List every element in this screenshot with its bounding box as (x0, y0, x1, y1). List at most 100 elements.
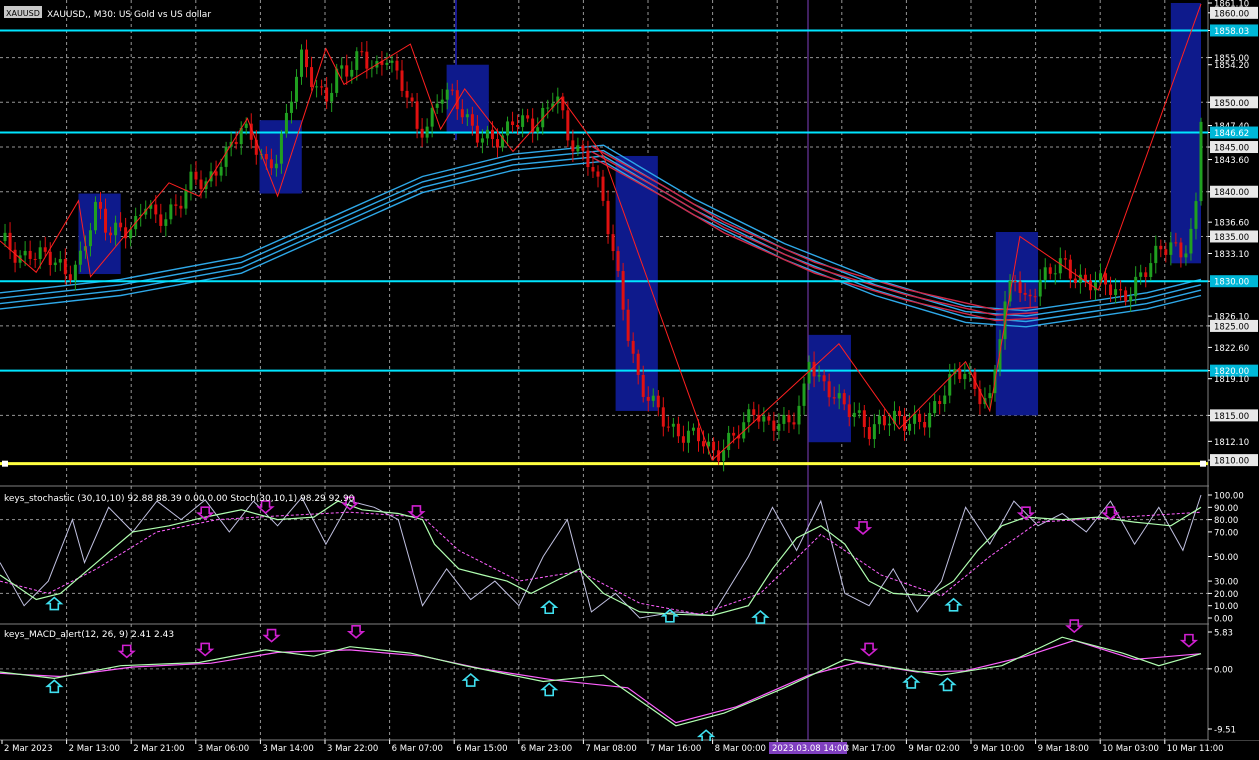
candle-up-body (23, 250, 27, 256)
candle-up-body (1169, 242, 1173, 255)
candle-up-body (988, 393, 992, 399)
candle-down-body (862, 410, 866, 427)
candle-down-body (1119, 289, 1123, 291)
candle-down-body (450, 89, 454, 91)
candle-up-body (928, 413, 932, 428)
candle-down-body (1023, 292, 1027, 295)
band-handle (1200, 460, 1206, 467)
arrow-up-icon (696, 729, 716, 744)
candle-down-body (1159, 245, 1163, 250)
stoch-signal-line (0, 511, 1202, 615)
candle-up-body (440, 99, 444, 104)
candle-down-body (827, 381, 831, 398)
candle-up-body (114, 222, 118, 236)
price-axis-label: 1822.60 (1214, 344, 1249, 354)
candle-up-body (465, 114, 469, 118)
candle-down-body (214, 171, 218, 176)
time-axis-label: 6 Mar 23:00 (521, 744, 572, 754)
candle-down-body (1164, 249, 1168, 255)
price-axis-label: 1810.00 (1214, 457, 1249, 467)
chart-root: 1861.10 1860.00 1858.03 1855.00 1854.20 1850.… (0, 0, 1259, 756)
candle-down-body (631, 340, 635, 354)
candle-up-body (294, 76, 298, 102)
candle-up-body (189, 171, 193, 190)
chart-title: XAUUSD,, M30: US Gold vs US dollar (47, 10, 211, 20)
candle-up-body (576, 145, 580, 152)
candle-down-body (154, 204, 158, 215)
candle-up-body (1038, 279, 1042, 297)
price-axis-label: 1815.00 (1214, 412, 1249, 422)
candle-down-body (174, 204, 178, 206)
candle-down-body (28, 250, 32, 259)
candle-up-body (651, 395, 655, 401)
price-axis-label: 1835.00 (1214, 233, 1249, 243)
candle-up-body (279, 133, 283, 164)
candle-down-body (611, 234, 615, 252)
candle-down-body (99, 201, 103, 209)
candle-down-body (495, 139, 499, 148)
candle-down-body (234, 141, 238, 145)
candle-down-body (812, 361, 816, 377)
candle-up-body (963, 373, 967, 380)
price-axis-label: 1833.10 (1214, 250, 1249, 260)
candle-up-body (385, 62, 389, 65)
candle-down-body (470, 114, 474, 126)
candle-up-body (1114, 289, 1118, 296)
price-axis-label: 1836.60 (1214, 219, 1249, 229)
candle-down-body (320, 86, 324, 88)
candle-up-body (797, 405, 801, 425)
time-axis-label: 9 Mar 10:00 (973, 744, 1024, 754)
candle-down-body (792, 422, 796, 425)
time-axis-label: 9 Mar 18:00 (1038, 744, 1089, 754)
candle-up-body (88, 230, 92, 247)
arrow-up-icon (45, 596, 64, 611)
time-axis-label: 2 Mar 13:00 (69, 744, 120, 754)
stoch-axis-label: 10.00 (1214, 602, 1238, 612)
candle-up-body (913, 413, 917, 424)
candle-down-body (646, 396, 650, 401)
candle-up-body (933, 401, 937, 414)
candle-down-body (832, 397, 836, 399)
candle-down-body (511, 121, 515, 126)
candle-up-body (58, 259, 62, 263)
stochastic-layer (0, 494, 1202, 624)
candle-down-body (842, 393, 846, 405)
candle-up-body (300, 49, 304, 77)
candle-down-body (179, 205, 183, 209)
candle-down-body (48, 251, 52, 266)
candle-up-body (53, 262, 57, 266)
candle-down-body (68, 274, 72, 281)
stoch-axis-label: 70.00 (1214, 528, 1238, 538)
candle-down-body (264, 154, 268, 160)
price-axis-label: 1840.00 (1214, 188, 1249, 198)
candle-down-body (787, 414, 791, 423)
candle-down-body (616, 251, 620, 272)
stoch-axis-label: 100.00 (1214, 492, 1244, 502)
candle-up-body (943, 395, 947, 405)
candle-up-body (355, 51, 359, 70)
candle-up-body (350, 69, 354, 77)
candle-down-body (460, 109, 464, 118)
candle-up-body (722, 450, 726, 461)
candle-down-body (1174, 242, 1178, 244)
candle-up-body (877, 415, 881, 425)
arrow-down-icon (1065, 619, 1084, 634)
candle-down-body (1104, 273, 1108, 285)
candle-down-body (636, 353, 640, 375)
candle-up-body (1199, 121, 1203, 202)
candle-down-body (159, 214, 163, 226)
candle-down-body (882, 415, 886, 426)
candle-down-body (571, 140, 575, 152)
arrow-down-shape (1065, 619, 1084, 634)
arrow-up-shape (938, 677, 957, 692)
stoch-axis-label: 90.00 (1214, 504, 1238, 514)
macd-title: keys_MACD_alert(12, 26, 9) 2.41 2.43 (4, 630, 174, 640)
price-axis-label: 1846.62 (1214, 129, 1249, 139)
candle-up-body (244, 123, 248, 128)
macd-main-line (0, 636, 1202, 727)
arrow-down-shape (196, 642, 215, 657)
candle-down-body (621, 271, 625, 310)
candle-up-body (506, 121, 510, 136)
arrow-down-icon (1179, 633, 1199, 648)
candle-down-body (606, 200, 610, 235)
